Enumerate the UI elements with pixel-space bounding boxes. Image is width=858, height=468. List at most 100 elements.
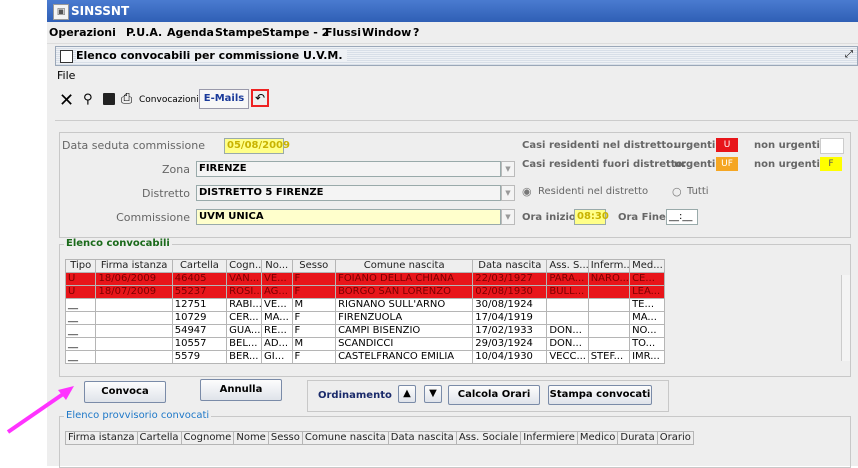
table-cell: 55237 — [171, 285, 228, 299]
convocabili-table: Tipo Firma istanza Cartella Cogn... No..… — [64, 259, 665, 364]
sort-up-button[interactable]: ▲ — [398, 385, 416, 403]
table-cell: CASTELFRANCO EMILIA — [335, 350, 474, 364]
maximize-icon[interactable]: ⤢ — [845, 49, 853, 60]
table-cell: DON... — [546, 324, 589, 338]
ora-inizio-field[interactable]: 08:30 — [574, 209, 609, 225]
col-firma[interactable]: Firma istanza — [95, 259, 173, 273]
emails-button[interactable]: E-Mails — [199, 89, 249, 109]
col-data-nascita[interactable]: Data nascita — [387, 431, 457, 445]
close-icon[interactable]: ✕ — [59, 90, 74, 111]
non-urgenti-label: non urgenti — [754, 140, 820, 151]
col-cognome[interactable]: Cogn... — [226, 259, 263, 273]
menu-stampe[interactable]: Stampe — [215, 26, 262, 39]
col-cartella[interactable]: Cartella — [171, 259, 228, 273]
document-icon — [60, 50, 73, 63]
table-cell: F — [291, 311, 337, 325]
menu-pua[interactable]: P.U.A. — [126, 26, 162, 39]
col-sesso[interactable]: Sesso — [291, 259, 337, 273]
table-cell: U — [64, 272, 97, 286]
menu-flussi[interactable]: Flussi — [325, 26, 361, 39]
binoculars-icon[interactable]: ⚲ — [83, 92, 93, 107]
menu-agenda[interactable]: Agenda — [167, 26, 214, 39]
col-orario[interactable]: Orario — [656, 431, 694, 445]
table-row[interactable]: __ 54947 GUA... RE... F CAMPI BISENZIO 17/02/1… — [64, 324, 665, 338]
table-cell: __ — [64, 337, 97, 351]
col-cognome[interactable]: Cognome — [180, 431, 235, 445]
table-row[interactable]: __ 5579 BER... GI... F CASTELFRANCO EMILIA 10/… — [64, 350, 665, 364]
menu-operazioni[interactable]: Operazioni — [49, 26, 116, 39]
convocazioni-button[interactable]: Convocazioni — [139, 95, 199, 105]
table-cell: ROSI... — [226, 285, 263, 299]
table-cell: 02/08/1930 — [472, 285, 548, 299]
table-cell: FOIANO DELLA CHIANA — [335, 272, 474, 286]
table-cell: RIGNANO SULL'ARNO — [335, 298, 474, 312]
table-row[interactable]: U 18/07/2009 55237 ROSI... AG... F BORGO SAN L… — [64, 285, 665, 299]
col-ass-sociale[interactable]: Ass. S... — [546, 259, 589, 273]
table-cell: VAN... — [226, 272, 263, 286]
distretto-label: Distretto — [142, 187, 190, 200]
ora-fine-field[interactable]: __:__ — [666, 209, 698, 225]
table-cell: 22/03/1927 — [472, 272, 548, 286]
app-window: ▣ SINSSNT Operazioni P.U.A. Agenda Stamp… — [47, 0, 858, 468]
table-row[interactable]: __ 10557 BEL... AD... M SCANDICCI 29/03/1924 DO… — [64, 337, 665, 351]
table-row[interactable]: U 18/06/2009 46405 VAN... VE... F FOIANO DELLA… — [64, 272, 665, 286]
col-medico[interactable]: Med... — [629, 259, 665, 273]
table-cell: VECC... — [546, 350, 589, 364]
chevron-down-icon[interactable]: ▼ — [501, 185, 515, 201]
col-infermiere[interactable]: Infermiere — [520, 431, 578, 445]
table-cell: 30/08/1924 — [472, 298, 548, 312]
internal-title-bar: Elenco convocabili per commissione U.V.M… — [55, 46, 858, 66]
table-cell — [95, 311, 173, 325]
table-cell: CER... — [226, 311, 263, 325]
radio-tutti-icon[interactable]: ○ — [672, 185, 682, 198]
col-comune[interactable]: Comune nascita — [335, 259, 474, 273]
chevron-down-icon[interactable]: ▼ — [501, 161, 515, 177]
undo-icon[interactable]: ↶ — [251, 89, 269, 107]
file-menu[interactable]: File — [57, 69, 75, 82]
convoca-button[interactable]: Convoca — [84, 381, 166, 403]
table-cell: 18/07/2009 — [95, 285, 173, 299]
table-cell — [587, 324, 631, 338]
commissione-select[interactable]: UVM UNICA — [196, 209, 501, 225]
table-row[interactable]: __ 12751 RABI... VE... M RIGNANO SULL'ARNO 30/… — [64, 298, 665, 312]
distretto-select[interactable]: DISTRETTO 5 FIRENZE — [196, 185, 501, 201]
radio-tutti-label: Tutti — [687, 186, 709, 197]
table-cell: 17/02/1933 — [472, 324, 548, 338]
table-cell: __ — [64, 324, 97, 338]
col-data-nascita[interactable]: Data nascita — [472, 259, 548, 273]
col-nome[interactable]: Nome — [233, 431, 269, 445]
col-tipo[interactable]: Tipo — [64, 259, 97, 273]
annulla-button[interactable]: Annulla — [200, 379, 282, 401]
table-cell — [587, 337, 631, 351]
table-cell — [95, 298, 173, 312]
col-comune[interactable]: Comune nascita — [301, 431, 389, 445]
data-seduta-field[interactable]: 05/08/2009 — [224, 138, 290, 154]
calcola-orari-button[interactable]: Calcola Orari — [448, 385, 540, 405]
table-cell: F — [291, 272, 337, 286]
menu-help[interactable]: ? — [413, 26, 419, 39]
radio-residenti-icon[interactable]: ◉ — [522, 185, 532, 198]
col-infermiere[interactable]: Inferm... — [587, 259, 631, 273]
table-cell: IMR... — [629, 350, 665, 364]
table-cell: 5579 — [171, 350, 228, 364]
sort-down-button[interactable]: ▼ — [424, 385, 442, 403]
scrollbar[interactable] — [841, 275, 850, 361]
annotation-arrow-icon — [6, 386, 74, 434]
col-ass-sociale[interactable]: Ass. Sociale — [455, 431, 522, 445]
col-nome[interactable]: No... — [261, 259, 293, 273]
table-row[interactable]: __ 10729 CER... MA... F FIRENZUOLA 17/04/1919 M… — [64, 311, 665, 325]
table-cell: RABI... — [226, 298, 263, 312]
chevron-down-icon[interactable]: ▼ — [501, 209, 515, 225]
toolbar: ✕ ⚲ ⎙ Convocazioni E-Mails ↶ — [55, 84, 858, 121]
stampa-convocati-button[interactable]: Stampa convocati — [548, 385, 652, 405]
floppy-icon[interactable] — [103, 93, 115, 105]
table-header: Tipo Firma istanza Cartella Cogn... No..… — [64, 259, 665, 273]
col-sesso[interactable]: Sesso — [267, 431, 303, 445]
col-medico[interactable]: Medico — [576, 431, 619, 445]
col-durata[interactable]: Durata — [617, 431, 658, 445]
menu-window[interactable]: Window — [362, 26, 411, 39]
menu-stampe-2[interactable]: Stampe - 2 — [262, 26, 329, 39]
zona-select[interactable]: FIRENZE — [196, 161, 501, 177]
printer-icon[interactable]: ⎙ — [121, 91, 132, 107]
col-cartella[interactable]: Cartella — [136, 431, 182, 445]
